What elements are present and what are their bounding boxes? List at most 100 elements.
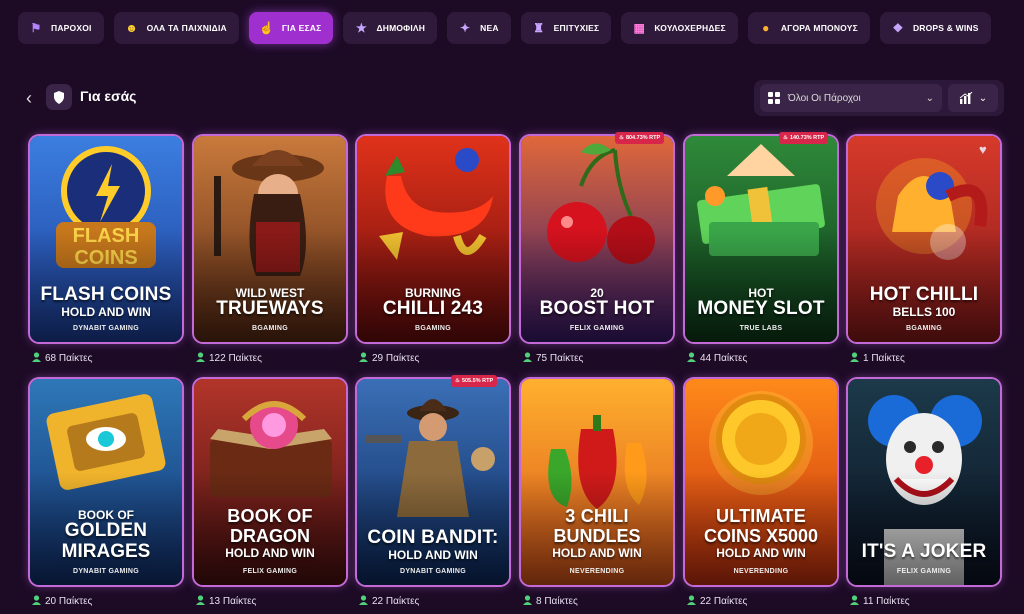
player-count: 22 Παίκτες <box>359 594 419 608</box>
tab-5[interactable]: ♜ ΕΠΙΤΥΧΙΕΣ <box>520 12 612 44</box>
player-count-label: 122 Παίκτες <box>209 352 262 364</box>
player-count: 13 Παίκτες <box>196 594 256 608</box>
game-provider: FELIX GAMING <box>896 568 952 575</box>
game-card[interactable]: 3 CHILI BUNDLES HOLD AND WIN NEVERENDING <box>521 379 673 585</box>
game-title-l3: COINS X5000 <box>703 526 819 546</box>
slot-machine-icon: ▦ <box>633 21 646 35</box>
tab-7[interactable]: ● ΑΓΟΡΑ ΜΠΟΝΟΥΣ <box>747 12 870 44</box>
tab-3[interactable]: ★ ΔΗΜΟΦΙΛΗ <box>343 12 438 44</box>
user-icon <box>32 594 41 608</box>
game-card[interactable]: FLASHCOINSFLASH COINSHOLD AND WINDYNABIT… <box>30 136 182 342</box>
game-title: FLASH COINS HOLD AND WIN <box>30 285 182 318</box>
game-title-l2: COIN BANDIT: <box>367 527 499 548</box>
game-title: ULTIMATE COINS X5000 HOLD AND WIN <box>685 507 837 559</box>
tab-label: DROPS & WINS <box>912 23 979 33</box>
tab-1[interactable]: ☻ ΟΛΑ ΤΑ ΠΑΙΧΝΙΔΙΑ <box>113 12 239 44</box>
player-count: 11 Παίκτες <box>850 594 910 608</box>
player-count-label: 68 Παίκτες <box>45 352 93 364</box>
flame-icon: ♨ <box>455 378 460 384</box>
sparkle-icon: ✦ <box>459 21 471 35</box>
game-card[interactable]: COIN BANDIT: HOLD AND WIN DYNABIT GAMING <box>357 379 509 585</box>
provider-select[interactable]: Όλοι Οι Πάροχοι ⌄ <box>760 84 942 112</box>
game-title-l2: BOOK OF <box>227 506 313 526</box>
game-card[interactable]: ULTIMATE COINS X5000 HOLD AND WIN NEVERENDI… <box>685 379 837 585</box>
game-title: HOT MONEY SLOT <box>685 287 837 318</box>
game-title: COIN BANDIT: HOLD AND WIN <box>357 528 509 561</box>
game-title-l2: IT'S A JOKER <box>861 541 987 562</box>
player-count-label: 13 Παίκτες <box>209 595 257 607</box>
game-subtitle: HOLD AND WIN <box>225 546 315 560</box>
game-title-l3: MIRAGES <box>61 541 151 562</box>
user-icon <box>523 351 532 365</box>
rtp-label: 804.73% RTP <box>625 135 661 141</box>
game-provider: FELIX GAMING <box>569 325 625 332</box>
user-icon <box>850 594 859 608</box>
game-provider: BGAMING <box>415 325 451 332</box>
tab-6[interactable]: ▦ ΚΟΥΛΟΧΕΡΗΔΕΣ <box>621 12 738 44</box>
game-card[interactable]: HOT CHILLI BELLS 100 BGAMING ♥ <box>848 136 1000 342</box>
game-title-l2: CHILLI 243 <box>382 298 484 319</box>
provider-select-label: Όλοι Οι Πάροχοι <box>788 92 861 104</box>
game-card[interactable]: 20 BOOST HOT FELIX GAMING <box>521 136 673 342</box>
chevron-down-icon: ⌄ <box>925 92 934 104</box>
game-card[interactable]: BOOK OF GOLDEN MIRAGES DYNABIT GAMING <box>30 379 182 585</box>
tab-4[interactable]: ✦ ΝΕΑ <box>447 12 511 44</box>
game-card[interactable]: BURNING CHILLI 243 BGAMING <box>357 136 509 342</box>
game-subtitle: HOLD AND WIN <box>716 546 806 560</box>
game-card[interactable]: BOOK OF DRAGON HOLD AND WIN FELIX GAMING <box>194 379 346 585</box>
finger-pointer-icon: ☝ <box>259 21 275 35</box>
player-count: 68 Παίκτες <box>32 351 92 365</box>
user-icon <box>359 594 368 608</box>
page-title: Για εσάς <box>80 88 137 104</box>
game-title-l3: BELLS 100 <box>892 305 956 319</box>
game-provider: DYNABIT GAMING <box>72 568 140 575</box>
game-title-l3: HOLD AND WIN <box>61 305 151 319</box>
rtp-badge: ♨ 804.73% RTP <box>615 132 665 144</box>
game-provider: NEVERENDING <box>569 568 625 575</box>
player-count-label: 1 Παίκτες <box>863 352 905 364</box>
back-icon[interactable]: ‹ <box>18 86 40 110</box>
game-title-l2: TRUEWAYS <box>216 298 324 319</box>
tab-8[interactable]: ❖ DROPS & WINS <box>879 12 991 44</box>
heart-icon[interactable]: ♥ <box>979 143 993 157</box>
chevron-down-icon: ⌄ <box>978 92 988 104</box>
user-icon <box>196 351 205 365</box>
tab-0[interactable]: ⚑ ΠΑΡΟΧΟΙ <box>18 12 104 44</box>
flame-icon: ♨ <box>619 135 624 141</box>
game-title-l2: ULTIMATE <box>716 506 806 526</box>
game-provider: DYNABIT GAMING <box>72 325 140 332</box>
tab-label: ΕΠΙΤΥΧΙΕΣ <box>553 23 600 33</box>
player-count-label: 20 Παίκτες <box>45 595 93 607</box>
game-title-l2: 3 CHILI <box>565 506 629 526</box>
game-provider: BGAMING <box>906 325 942 332</box>
game-card[interactable]: HOT MONEY SLOT TRUE LABS <box>685 136 837 342</box>
player-count: 1 Παίκτες <box>850 351 905 365</box>
game-title-l2: GOLDEN <box>64 520 148 541</box>
game-title: BOOK OF DRAGON HOLD AND WIN <box>194 507 346 559</box>
game-card[interactable]: WILD WEST TRUEWAYS BGAMING <box>194 136 346 342</box>
bar-chart-icon <box>959 92 973 104</box>
game-title-l2: MONEY SLOT <box>697 298 825 319</box>
game-provider: BGAMING <box>252 325 288 332</box>
game-card[interactable]: IT'S A JOKER FELIX GAMING <box>848 379 1000 585</box>
tab-label: ΟΛΑ ΤΑ ΠΑΙΧΝΙΔΙΑ <box>146 23 227 33</box>
game-title: BOOK OF GOLDEN MIRAGES <box>30 509 182 561</box>
coin-icon: ● <box>762 21 770 35</box>
tab-2[interactable]: ☝ ΓΙΑ ΕΣΑΣ <box>248 12 334 44</box>
tab-label: ΝΕΑ <box>480 23 499 33</box>
game-title-l2: BOOST HOT <box>539 298 655 319</box>
game-title: HOT CHILLI BELLS 100 <box>848 285 1000 318</box>
sort-button[interactable]: ⌄ <box>948 84 998 112</box>
game-title-l2: FLASH COINS <box>40 284 172 305</box>
game-provider: DYNABIT GAMING <box>399 568 467 575</box>
gift-icon: ❖ <box>892 21 904 35</box>
game-subtitle: HOLD AND WIN <box>552 546 642 560</box>
tab-label: ΚΟΥΛΟΧΕΡΗΔΕΣ <box>654 23 726 33</box>
category-nav: ⚑ ΠΑΡΟΧΟΙ ☻ ΟΛΑ ΤΑ ΠΑΙΧΝΙΔΙΑ ☝ ΓΙΑ ΕΣΑΣ ★ ΔΗΜΟΦ… <box>0 0 1024 56</box>
player-count-label: 11 Παίκτες <box>863 595 910 607</box>
game-title-l3: HOLD AND WIN <box>388 548 478 562</box>
game-title: IT'S A JOKER <box>848 542 1000 561</box>
rtp-badge: ♨ 505.5% RTP <box>451 375 498 387</box>
player-count-label: 44 Παίκτες <box>700 352 748 364</box>
shield-icon <box>46 84 72 110</box>
